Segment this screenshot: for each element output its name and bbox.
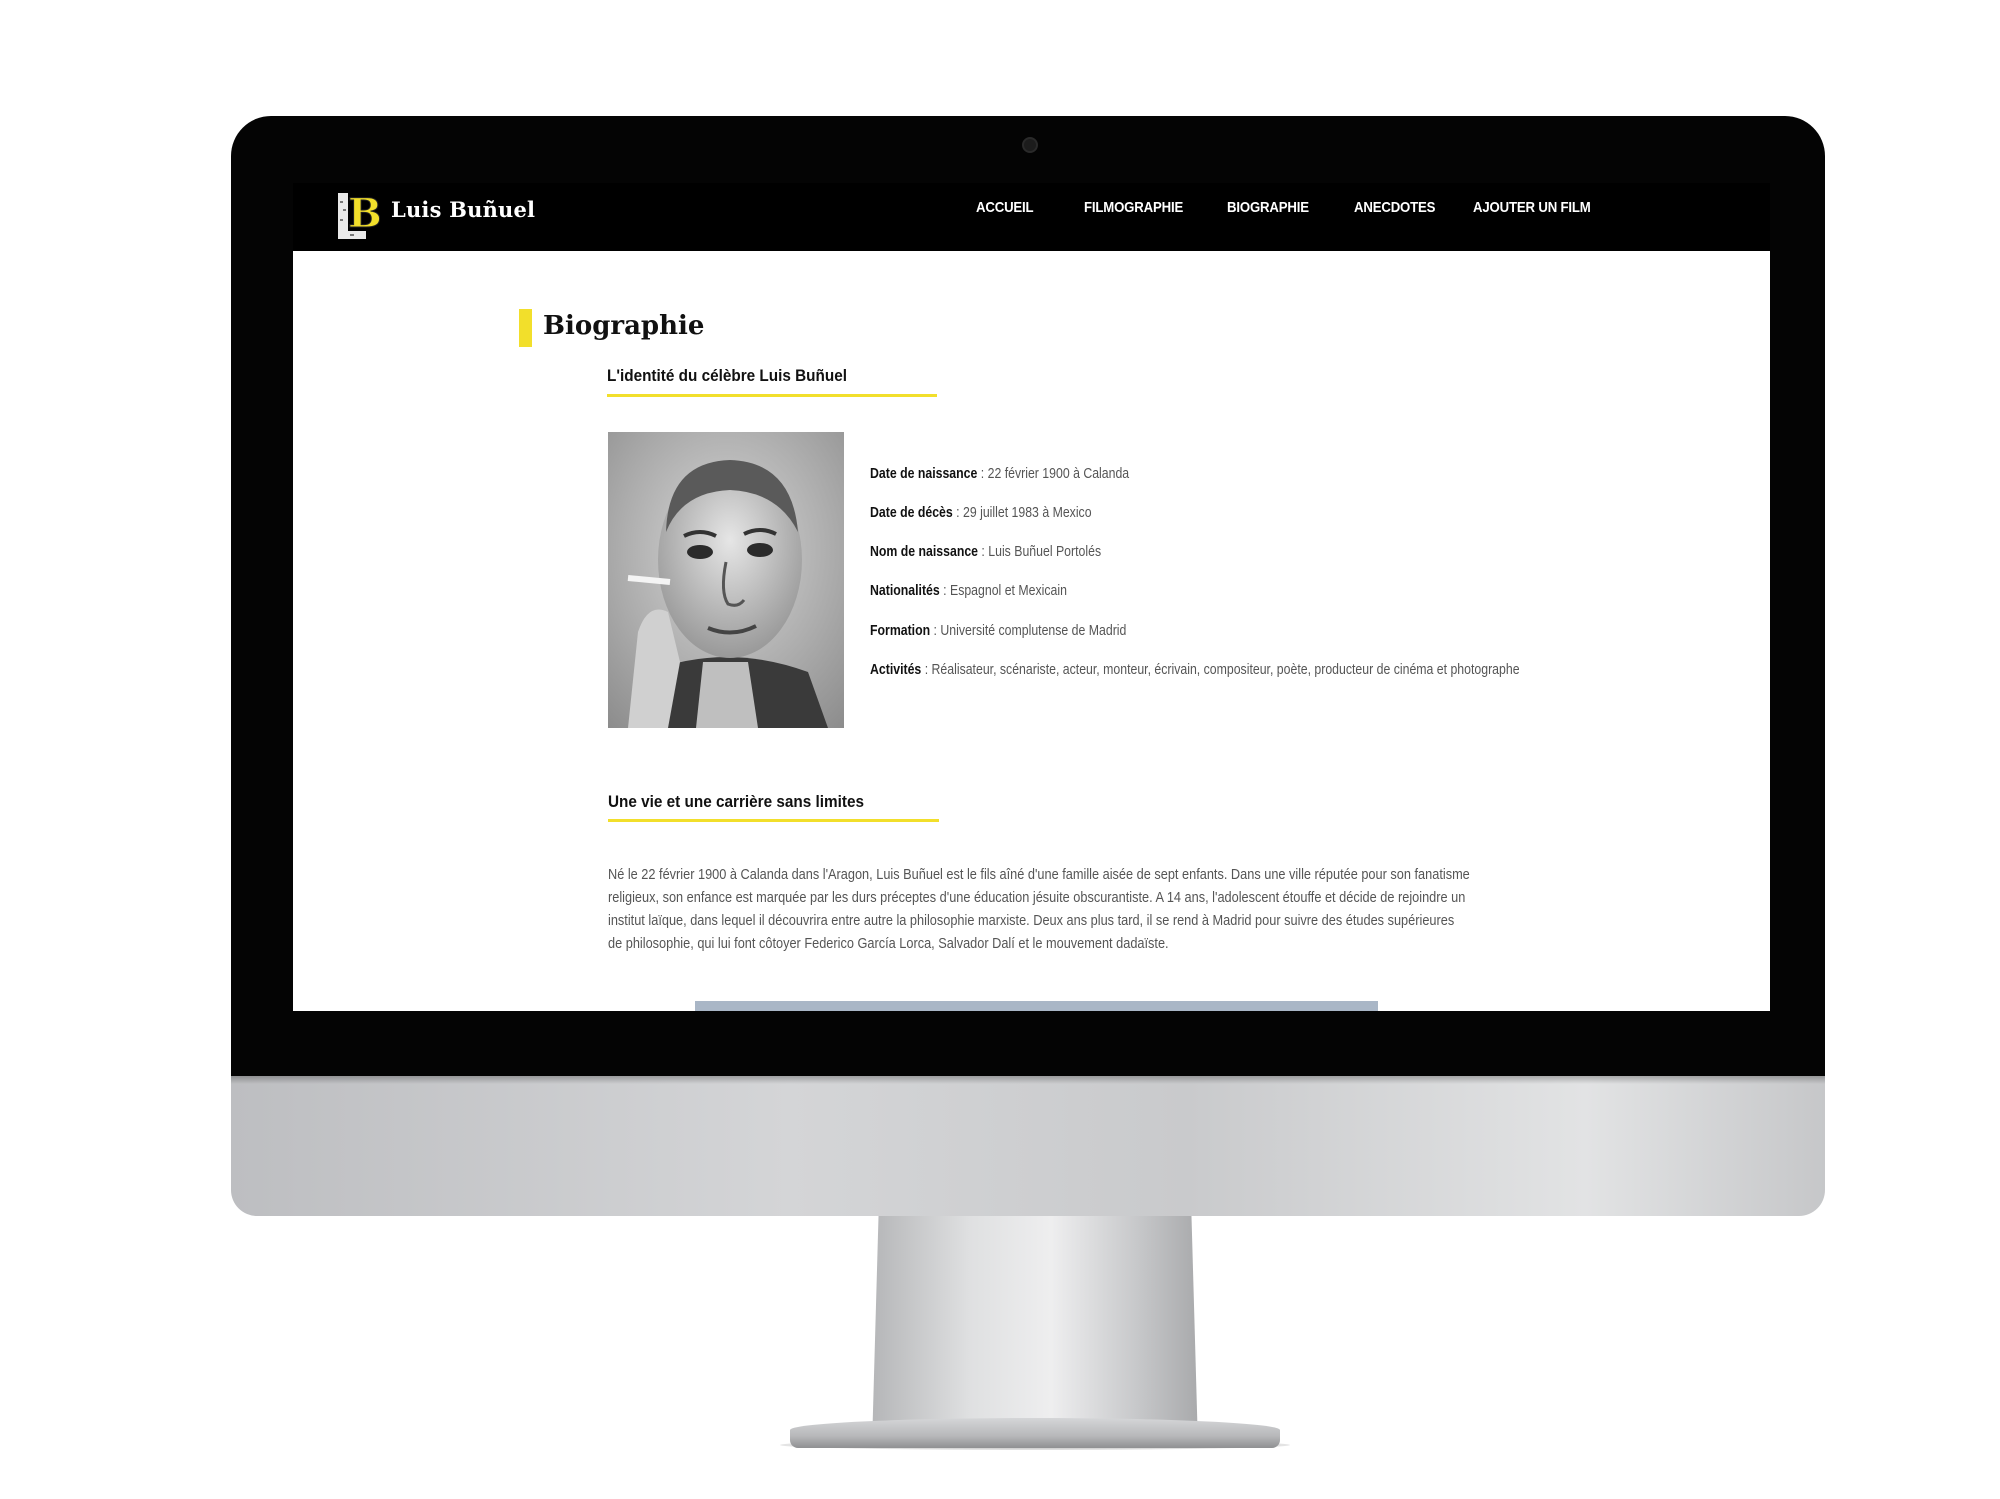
fact-education: Formation : Université complutense de Ma…	[870, 622, 1127, 639]
fact-birth-name: Nom de naissance : Luis Buñuel Portolés	[870, 543, 1102, 560]
site-title[interactable]: Luis Buñuel	[391, 197, 535, 222]
nav-biographie[interactable]: BIOGRAPHIE	[1227, 199, 1309, 216]
career-heading: Une vie et une carrière sans limites	[608, 792, 864, 811]
fact-birth-date: Date de naissance : 22 février 1900 à Ca…	[870, 465, 1130, 482]
nav-filmographie[interactable]: FILMOGRAPHIE	[1084, 199, 1183, 216]
fact-death-date: Date de décès : 29 juillet 1983 à Mexico	[870, 504, 1092, 521]
portrait-photo	[608, 432, 844, 728]
webcam-icon	[1022, 137, 1038, 153]
identity-heading: L'identité du célèbre Luis Buñuel	[607, 366, 847, 385]
nav-accueil[interactable]: ACCUEIL	[976, 199, 1034, 216]
navbar: B Luis Buñuel ACCUEIL FILMOGRAPHIE BIOGR…	[293, 183, 1770, 251]
nav-anecdotes[interactable]: ANECDOTES	[1354, 199, 1435, 216]
screen: B Luis Buñuel ACCUEIL FILMOGRAPHIE BIOGR…	[293, 183, 1770, 1011]
monitor-mockup: B Luis Buñuel ACCUEIL FILMOGRAPHIE BIOGR…	[0, 0, 2000, 1499]
media-preview	[695, 1001, 1378, 1011]
identity-heading-underline	[607, 394, 937, 397]
page-title: Biographie	[543, 311, 705, 341]
fact-activities: Activités : Réalisateur, scénariste, act…	[870, 661, 1520, 678]
nav-ajouter-un-film[interactable]: AJOUTER UN FILM	[1473, 199, 1591, 216]
monitor-stand-base	[790, 1418, 1280, 1448]
career-heading-underline	[608, 819, 939, 822]
monitor-chin	[231, 1076, 1825, 1216]
logo-letter: B	[348, 190, 380, 237]
title-accent-bar	[519, 309, 532, 347]
monitor-stand	[872, 1216, 1198, 1446]
letter-b-logo-icon[interactable]: B	[338, 187, 382, 243]
fact-nationalities: Nationalités : Espagnol et Mexicain	[870, 582, 1067, 599]
career-paragraph: Né le 22 février 1900 à Calanda dans l'A…	[608, 866, 1470, 952]
